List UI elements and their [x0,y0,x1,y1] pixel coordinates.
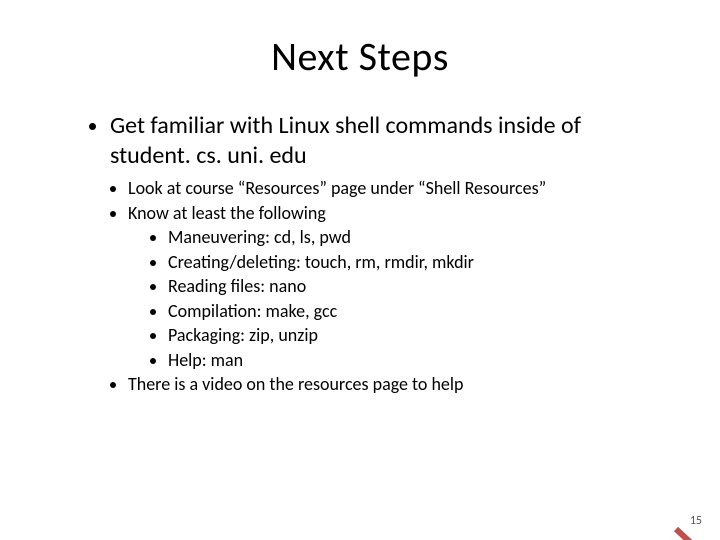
chevron-right-icon [674,527,700,540]
bullet-video: There is a video on the resources page t… [128,373,650,396]
slide-body: Get familiar with Linux shell commands i… [70,111,650,396]
bullet-cmd: Packaging: zip, unzip [168,324,650,347]
bullet-know: Know at least the following Maneuvering:… [128,202,650,372]
bullet-cmd: Help: man [168,349,650,372]
bullet-cmd: Maneuvering: cd, ls, pwd [168,226,650,249]
bullet-resources: Look at course “Resources” page under “S… [128,177,650,200]
bullet-cmd: Reading files: nano [168,275,650,298]
bullet-know-label: Know at least the following [128,202,326,224]
slide-title: Next Steps [0,32,720,81]
bullet-cmd: Compilation: make, gcc [168,300,650,323]
bullet-main: Get familiar with Linux shell commands i… [110,111,650,171]
bullet-cmd: Creating/deleting: touch, rm, rmdir, mkd… [168,251,650,274]
page-number: 15 [690,514,702,528]
